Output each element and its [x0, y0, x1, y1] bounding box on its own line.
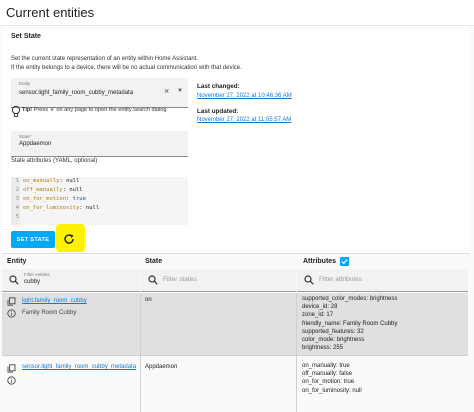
entity-value[interactable]: sensor.light_family_room_cubby_metadata	[19, 90, 133, 96]
attributes-filter-placeholder[interactable]: Filter attributes	[319, 276, 362, 283]
column-divider	[296, 293, 297, 412]
entity-picker[interactable]: Entity sensor.light_family_room_cubby_me…	[11, 78, 188, 108]
attribute-line: supported_features: 32	[302, 328, 364, 335]
state-cell: Appdaemon	[145, 364, 178, 370]
lightbulb-icon	[11, 105, 21, 117]
attribute-line: on_for_motion: true	[302, 379, 355, 386]
yaml-value: null	[66, 178, 80, 184]
info-icon[interactable]	[7, 309, 16, 318]
yaml-key: on_for_luminosity	[23, 205, 80, 211]
yaml-line: off_manually: null	[23, 187, 83, 193]
tip-bold: Tip!	[22, 107, 33, 113]
last-changed-value[interactable]: November 27, 2022 at 10:46:36 AM	[197, 93, 292, 99]
attributes-checkbox[interactable]	[340, 257, 349, 266]
attributes-cell: on_manually: true off_manually: false on…	[302, 362, 362, 395]
friendly-name: Family Room Cubby	[22, 310, 77, 316]
search-icon	[9, 275, 19, 285]
search-icon	[304, 275, 314, 285]
set-state-description: Set the current state representation of …	[11, 55, 242, 73]
yaml-line: on_for_luminosity: null	[23, 205, 100, 211]
state-filter[interactable]: Filter states	[141, 269, 296, 292]
clear-icon[interactable]: ×	[164, 86, 169, 96]
state-field[interactable]: State* Appdaemon	[11, 131, 188, 157]
last-updated-label: Last updated:	[197, 108, 239, 115]
state-filter-placeholder[interactable]: Filter states	[163, 276, 197, 283]
yaml-key: on_for_motion	[23, 196, 67, 202]
yaml-editor[interactable]: 1 2 3 4 5 on_manually: null off_manually…	[11, 177, 188, 225]
info-icon[interactable]	[7, 376, 16, 385]
line-number: 2	[15, 187, 19, 193]
entity-link[interactable]: light.family_room_cubby	[22, 298, 87, 304]
tip-body: Press 'e' on any page to open the entity…	[32, 107, 167, 113]
attributes-cell: supported_color_modes: brightness device…	[302, 295, 397, 352]
attribute-line: on_for_luminosity: null	[302, 387, 362, 394]
entity-filter-label: Filter entities	[24, 272, 50, 277]
copy-icon[interactable]	[7, 297, 16, 306]
yaml-key: off_manually	[23, 187, 63, 193]
yaml-value: true	[72, 196, 86, 202]
page-title: Current entities	[6, 5, 95, 20]
row-divider	[2, 355, 468, 356]
copy-icon[interactable]	[7, 364, 16, 373]
entity-label: Entity	[19, 81, 31, 86]
refresh-icon[interactable]	[62, 232, 76, 246]
attribute-line: on_manually: true	[302, 363, 350, 369]
attributes-column-header[interactable]: Attributes	[303, 258, 336, 265]
yaml-line	[23, 213, 99, 222]
attribute-line: supported_color_modes: brightness	[302, 296, 398, 302]
attributes-label: State attributes (YAML, optional)	[11, 158, 98, 164]
search-icon	[148, 275, 158, 285]
attribute-line: color_mode: brightness	[302, 337, 365, 344]
line-number: 3	[15, 196, 19, 202]
yaml-key: on_manually	[23, 178, 60, 184]
yaml-value: null	[85, 205, 100, 211]
last-changed-label: Last changed:	[197, 83, 240, 90]
attributes-filter[interactable]: Filter attributes	[297, 269, 468, 292]
entity-column-header[interactable]: Entity	[7, 258, 26, 265]
entity-filter-value[interactable]: cubby	[24, 279, 40, 285]
description-line-2: If the entity belongs to a device, there…	[11, 65, 242, 71]
attribute-line: brightness: 255	[302, 345, 344, 352]
line-number: 4	[15, 205, 19, 211]
set-state-button[interactable]: SET STATE	[11, 231, 55, 248]
column-divider	[140, 293, 141, 412]
state-column-header[interactable]: State	[145, 258, 162, 265]
line-numbers: 1 2 3 4 5	[11, 177, 20, 225]
set-state-card: Set State Set the current state represen…	[2, 28, 470, 254]
attribute-line: friendly_name: Family Room Cubby	[302, 320, 398, 327]
line-number: 1	[15, 178, 19, 184]
yaml-value: null	[69, 187, 83, 193]
set-state-heading: Set State	[11, 33, 41, 40]
last-updated-value[interactable]: November 27, 2022 at 11:05:57 AM	[197, 117, 291, 123]
entity-filter[interactable]: Filter entities cubby	[2, 269, 140, 292]
description-line-1: Set the current state representation of …	[11, 56, 199, 62]
attribute-line: off_manually: false	[302, 371, 352, 378]
state-label: State*	[19, 134, 32, 139]
yaml-line: on_manually: null	[23, 178, 80, 184]
yaml-line: on_for_motion: true	[23, 196, 86, 202]
yaml-code[interactable]: on_manually: null off_manually: null on_…	[23, 177, 99, 222]
state-cell: on	[145, 297, 152, 303]
top-bar: Current entities	[0, 0, 474, 26]
state-value[interactable]: Appdaemon	[19, 141, 51, 147]
attribute-line: zone_id: 17	[302, 312, 334, 319]
entity-link[interactable]: sensor.light_family_room_cubby_metadata	[22, 364, 136, 370]
tip-text: Tip! Press 'e' on any page to open the e…	[22, 107, 166, 113]
line-number: 5	[15, 214, 19, 220]
attribute-line: device_id: 28	[302, 304, 338, 311]
dropdown-arrow-icon[interactable]: ▼	[177, 88, 183, 94]
